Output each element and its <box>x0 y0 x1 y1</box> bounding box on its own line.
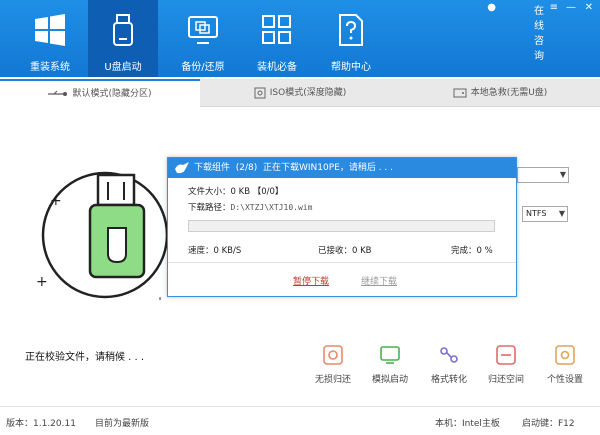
backup-restore-icon <box>188 16 218 44</box>
dialog-divider <box>168 262 516 263</box>
person-icon: ● <box>487 2 496 13</box>
tool-label: 个性设置 <box>546 375 583 385</box>
bird-logo-icon <box>175 162 189 174</box>
version-text: 版本：1.1.20.11 <box>6 419 76 429</box>
tool-label: 归还空间 <box>487 375 524 385</box>
dialog-count: (2/8) <box>235 163 258 173</box>
usb-drive-icon <box>113 14 133 46</box>
tab-local-rescue[interactable]: 本地急救(无需U盘) <box>400 79 600 107</box>
hotkey-text: 启动键：F12 <box>522 419 575 429</box>
menu-icon[interactable]: ≡ <box>550 2 558 13</box>
dialog-header: 下载组件 (2/8) 正在下载WIN10PE，请稍后 . . . <box>168 158 516 178</box>
nav-label: 备份/还原 <box>181 62 225 73</box>
disk-select[interactable]: ▼ <box>517 167 569 183</box>
nav-backup-restore[interactable]: 备份/还原 <box>168 0 238 77</box>
tab-iso-mode[interactable]: ISO模式(深度隐藏) <box>200 79 400 107</box>
convert-icon <box>440 347 458 363</box>
settings-icon <box>555 345 575 365</box>
mode-tabs: 默认模式(隐藏分区) ISO模式(深度隐藏) 本地急救(无需U盘) <box>0 79 600 107</box>
dialog-status: 正在下载WIN10PE，请稍后 . . . <box>263 163 394 173</box>
nav-reinstall-system[interactable]: 重装系统 <box>15 0 85 77</box>
online-consult-link[interactable]: 在线咨询 <box>534 2 544 62</box>
nav-label: 帮助中心 <box>331 62 371 73</box>
pause-download-button[interactable]: 暂停下载 <box>293 274 329 287</box>
tab-default-mode[interactable]: 默认模式(隐藏分区) <box>0 79 200 107</box>
status-text: 正在校验文件，请稍候 . . . <box>25 352 145 363</box>
windows-logo-icon <box>35 14 65 46</box>
file-size-row: 文件大小：0 KB 【0/0】 <box>188 185 283 197</box>
download-dialog: 下载组件 (2/8) 正在下载WIN10PE，请稍后 . . . 文件大小：0 … <box>167 157 517 297</box>
tool-settings[interactable]: 个性设置 <box>543 344 587 385</box>
tool-simulate[interactable]: 模拟启动 <box>368 344 412 385</box>
tool-restore[interactable]: 无损归还 <box>311 344 355 385</box>
svg-text:+: + <box>36 274 48 290</box>
resume-download-button[interactable]: 继续下载 <box>361 274 397 287</box>
local-drive-icon <box>453 88 467 97</box>
apps-grid-icon <box>262 15 291 44</box>
space-icon <box>496 345 516 365</box>
speed-text: 速度：0 KB/S <box>188 246 242 256</box>
nav-label: 重装系统 <box>30 62 70 73</box>
download-path-row: 下载路径：D:\XTZJ\XTJ10.wim <box>188 201 312 213</box>
dialog-title: 下载组件 <box>194 163 231 173</box>
disc-icon <box>254 87 266 98</box>
nav-essentials[interactable]: 装机必备 <box>242 0 312 77</box>
restore-icon <box>323 345 343 365</box>
download-progress-bar <box>188 220 495 232</box>
tool-convert[interactable]: 格式转化 <box>427 344 471 385</box>
tab-label: 本地急救(无需U盘) <box>470 88 548 98</box>
filesystem-value: NTFS <box>526 209 547 218</box>
top-nav-bar: 重装系统 U盘启动 备份/还原 装机必备 帮助中心 ● 在线咨询 ≡ — ✕ <box>0 0 600 77</box>
usb-illustration: + + + <box>36 171 169 300</box>
close-button[interactable]: ✕ <box>585 2 593 13</box>
tool-label: 模拟启动 <box>371 375 408 385</box>
minimize-button[interactable]: — <box>566 2 576 13</box>
tool-label: 格式转化 <box>430 375 467 385</box>
tool-space[interactable]: 归还空间 <box>484 344 528 385</box>
received-text: 已接收：0 KB <box>318 246 372 256</box>
size-value: 0 KB 【0/0】 <box>230 187 284 197</box>
tab-label: 默认模式(隐藏分区) <box>72 89 152 99</box>
simulate-icon <box>380 346 400 364</box>
latest-text: 目前为最新版 <box>95 419 150 429</box>
nav-label: 装机必备 <box>257 62 297 73</box>
chevron-down-icon: ▼ <box>558 209 565 218</box>
done-text: 完成：0 % <box>451 246 493 256</box>
status-footer: 版本：1.1.20.11 目前为最新版 本机：Intel主板 启动键：F12 <box>0 406 600 435</box>
path-value: D:\XTZJ\XTJ10.wim <box>230 203 313 212</box>
app-window: 重装系统 U盘启动 备份/还原 装机必备 帮助中心 ● 在线咨询 ≡ — ✕ 默… <box>0 0 600 435</box>
board-text: 本机：Intel主板 <box>435 419 500 429</box>
nav-label: U盘启动 <box>104 62 142 73</box>
chevron-down-icon: ▼ <box>559 170 566 179</box>
tool-label: 无损归还 <box>314 375 351 385</box>
nav-usb-boot[interactable]: U盘启动 <box>88 0 158 77</box>
usb-icon <box>48 90 68 96</box>
path-label: 下载路径： <box>188 203 231 213</box>
svg-text:+: + <box>155 294 165 300</box>
size-label: 文件大小： <box>188 187 231 197</box>
filesystem-select[interactable]: NTFS ▼ <box>522 206 568 222</box>
svg-text:+: + <box>50 193 62 209</box>
tab-label: ISO模式(深度隐藏) <box>269 88 347 98</box>
help-document-icon <box>339 14 363 46</box>
nav-help-center[interactable]: 帮助中心 <box>316 0 386 77</box>
